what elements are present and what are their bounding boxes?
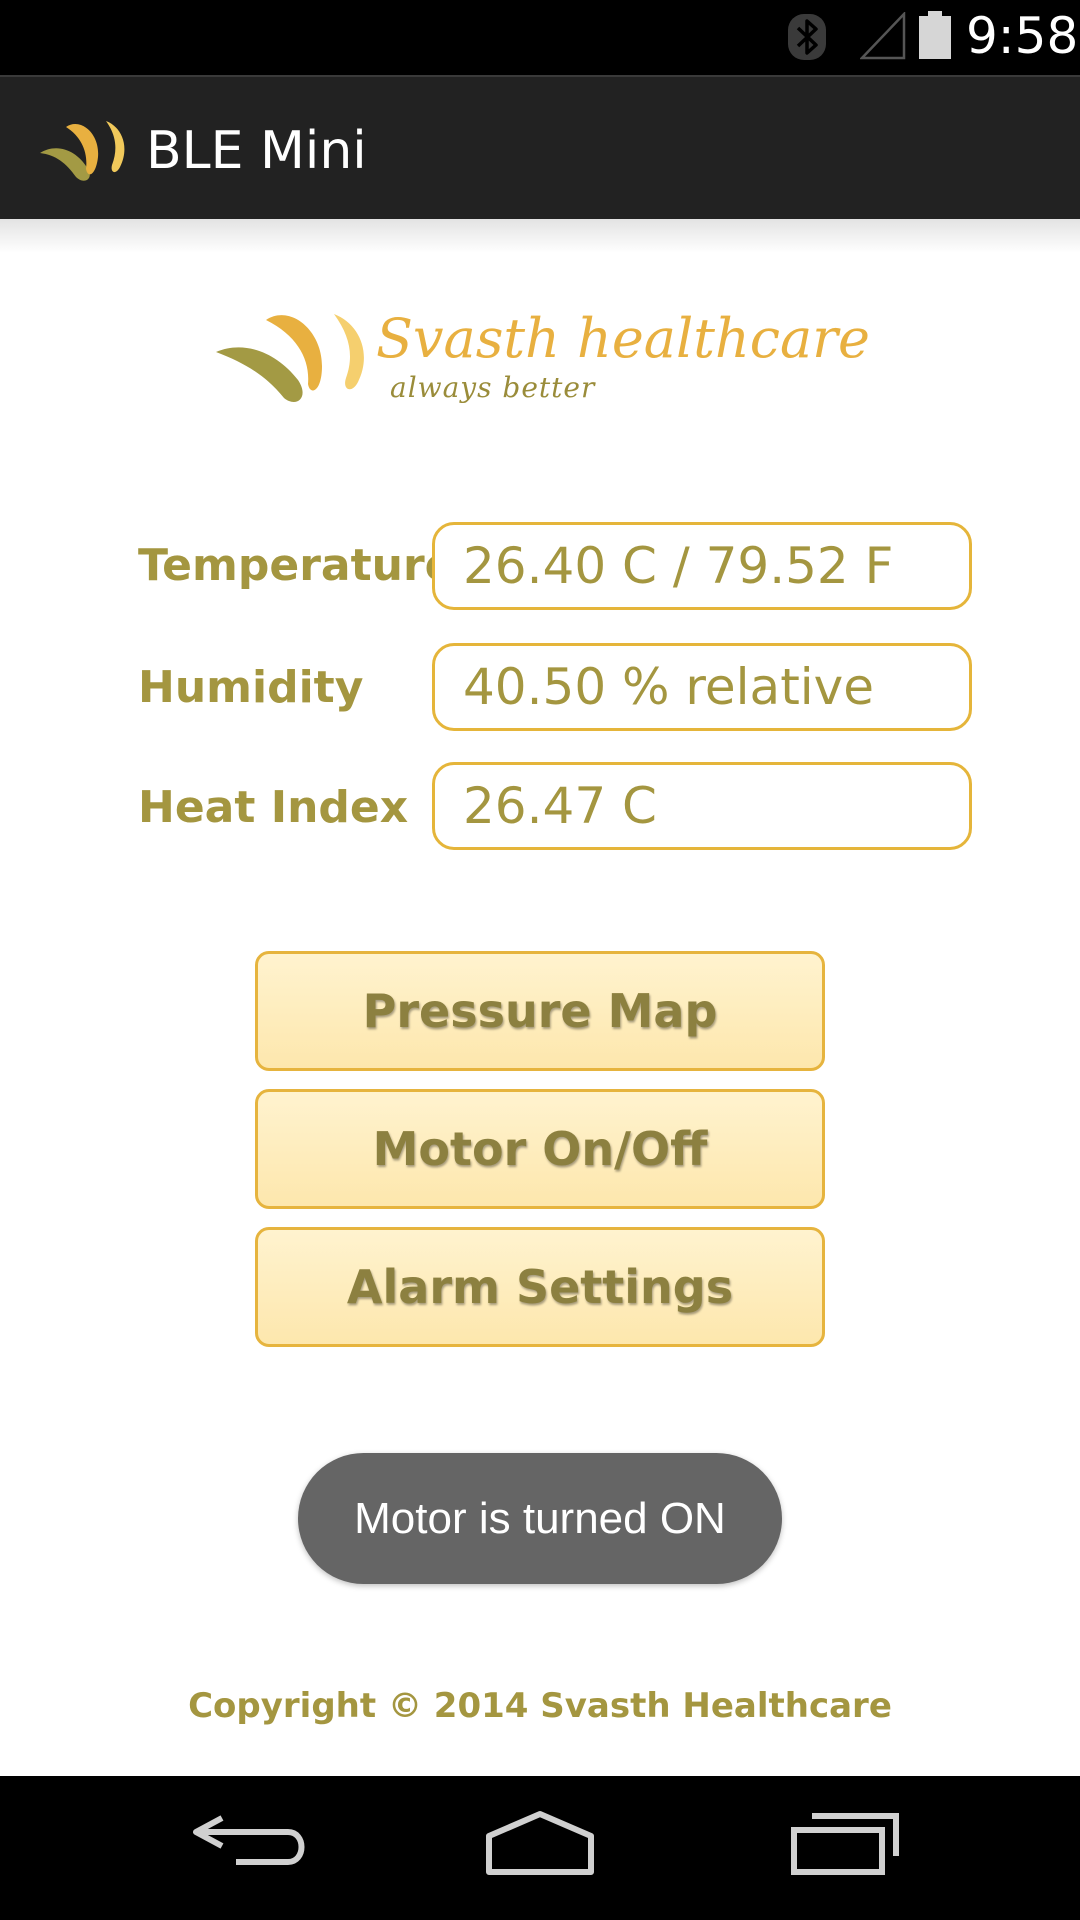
brand-name: Svasth healthcare [376, 307, 870, 370]
status-clock: 9:58 [966, 7, 1079, 65]
back-button[interactable] [166, 1800, 316, 1896]
battery-icon [919, 11, 951, 59]
action-bar: BLE Mini [0, 75, 1080, 219]
humidity-label: Humidity [138, 662, 364, 713]
navigation-bar [0, 1776, 1080, 1920]
home-button[interactable] [465, 1800, 615, 1896]
signal-icon [860, 12, 906, 60]
alarm-settings-button[interactable]: Alarm Settings [255, 1227, 825, 1347]
humidity-field[interactable]: 40.50 % relative [432, 643, 972, 731]
status-bar: 9:58 [0, 0, 1080, 75]
temperature-field[interactable]: 26.40 C / 79.52 F [432, 522, 972, 610]
brand-logo: Svasth healthcare always better [214, 302, 874, 422]
brand-tagline: always better [390, 371, 596, 404]
bluetooth-icon [788, 14, 826, 60]
pressure-map-button[interactable]: Pressure Map [255, 951, 825, 1071]
brand-mark-icon [216, 314, 364, 402]
temperature-label: Temperature [138, 540, 455, 591]
motor-toggle-button[interactable]: Motor On/Off [255, 1089, 825, 1209]
motor-status-toast: Motor is turned ON [298, 1453, 782, 1584]
action-bar-shadow [0, 219, 1080, 253]
home-icon [486, 1811, 594, 1875]
back-icon [193, 1815, 305, 1865]
app-logo-icon[interactable] [36, 113, 132, 185]
copyright-text: Copyright © 2014 Svasth Healthcare [188, 1686, 892, 1726]
heat-index-field[interactable]: 26.47 C [432, 762, 972, 850]
heat-index-label: Heat Index [138, 782, 409, 833]
recents-icon [791, 1813, 899, 1875]
app-title: BLE Mini [146, 121, 367, 181]
recents-button[interactable] [770, 1800, 920, 1896]
